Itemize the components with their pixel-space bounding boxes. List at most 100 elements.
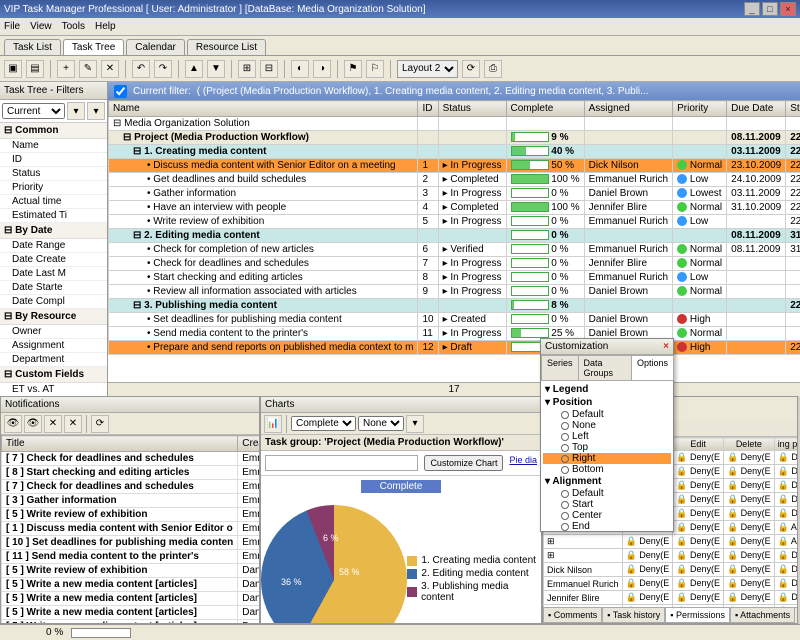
toolbar-btn[interactable]: ⚐ <box>366 60 384 78</box>
perm-col[interactable]: ing permissi <box>774 438 797 451</box>
filter-item[interactable]: Estimated Ti <box>0 209 107 223</box>
notif-tool[interactable]: 👁 <box>4 415 22 433</box>
task-grid[interactable]: NameIDStatusCompleteAssignedPriorityDue … <box>108 100 800 382</box>
cust-option[interactable]: Bottom <box>543 464 671 475</box>
customize-chart-button[interactable]: Customize Chart <box>424 455 503 471</box>
task-row[interactable]: • Discuss media content with Senior Edit… <box>109 159 800 173</box>
cust-option[interactable]: Default <box>543 488 671 499</box>
notif-row[interactable]: [ 5 ] Write review of exhibitionDaniel B… <box>2 564 260 578</box>
task-row[interactable]: ⊟ Media Organization Solution <box>109 117 800 131</box>
column-header[interactable]: Due Date <box>727 101 786 117</box>
perm-user-row[interactable]: Jennifer Blire🔒 Deny(E🔒 Deny(E🔒 Deny(E🔒 … <box>544 591 798 605</box>
notif-row[interactable]: [ 5 ] Write a new media content [article… <box>2 620 260 624</box>
tab-task-tree[interactable]: Task Tree <box>63 39 124 55</box>
filter-item[interactable]: Priority <box>0 181 107 195</box>
cust-option[interactable]: Left <box>543 431 671 442</box>
cust-option[interactable]: Center <box>543 510 671 521</box>
bottom-tab[interactable]: ▪ Comments <box>543 608 602 623</box>
notif-row[interactable]: [ 7 ] Check for deadlines and schedulesE… <box>2 480 260 494</box>
filter-item[interactable]: Date Last M <box>0 267 107 281</box>
toolbar-btn[interactable]: + <box>57 60 75 78</box>
toolbar-btn[interactable]: ▣ <box>4 60 22 78</box>
filter-item[interactable]: Owner <box>0 325 107 339</box>
notif-tool[interactable]: ✕ <box>64 415 82 433</box>
task-row[interactable]: ⊟ 1. Creating media content 40 %03.11.20… <box>109 145 800 159</box>
column-header[interactable]: Assigned <box>584 101 672 117</box>
column-header[interactable]: Status <box>438 101 506 117</box>
chart-tool[interactable]: 📊 <box>264 415 282 433</box>
filter-item[interactable]: ET vs. AT <box>0 383 107 396</box>
filter-current-select[interactable]: Current <box>2 103 65 119</box>
customization-popup[interactable]: Customization × SeriesData GroupsOptions… <box>540 338 674 532</box>
toolbar-btn[interactable]: ▤ <box>26 60 44 78</box>
chart-field-select[interactable]: Complete <box>291 416 356 431</box>
bottom-tab[interactable]: ▪ Task history <box>602 608 665 623</box>
toolbar-btn[interactable]: ✎ <box>79 60 97 78</box>
toolbar-btn[interactable]: ⊞ <box>238 60 256 78</box>
task-row[interactable]: • Review all information associated with… <box>109 285 800 299</box>
cust-option[interactable]: End <box>543 521 671 531</box>
notif-tool[interactable]: 👁 <box>24 415 42 433</box>
cust-tab[interactable]: Options <box>631 355 674 380</box>
cust-option[interactable]: Default <box>543 409 671 420</box>
toolbar-btn[interactable]: ⎙ <box>484 60 502 78</box>
task-row[interactable]: ⊟ 3. Publishing media content 8 %22.10.2… <box>109 299 800 313</box>
task-row[interactable]: • Write review of exhibition5▸ In Progre… <box>109 215 800 229</box>
toolbar-btn[interactable]: ↶ <box>132 60 150 78</box>
filter-section[interactable]: ⊟ By Resource <box>0 309 107 325</box>
notif-row[interactable]: [ 11 ] Send media content to the printer… <box>2 550 260 564</box>
chart-tool[interactable]: ▾ <box>406 415 424 433</box>
filter-item[interactable]: Status <box>0 167 107 181</box>
filter-item[interactable]: Date Create <box>0 253 107 267</box>
menu-tools[interactable]: Tools <box>62 21 85 32</box>
perm-user-row[interactable]: Emmanuel Rurich🔒 Deny(E🔒 Deny(E🔒 Deny(E🔒… <box>544 577 798 591</box>
toolbar-btn[interactable]: ↷ <box>154 60 172 78</box>
filter-item[interactable]: Date Starte <box>0 281 107 295</box>
perm-row[interactable]: ⊞🔒 Deny(E🔒 Deny(E🔒 Deny(E🔒 Deny(E <box>544 549 798 563</box>
task-row[interactable]: • Check for completion of new articles6▸… <box>109 243 800 257</box>
cust-option[interactable]: None <box>543 420 671 431</box>
column-header[interactable]: ID <box>418 101 438 117</box>
notif-col[interactable]: Creator <box>238 436 259 452</box>
notif-row[interactable]: [ 5 ] Write a new media content [article… <box>2 592 260 606</box>
toolbar-btn[interactable]: ⊟ <box>260 60 278 78</box>
filter-item[interactable]: Name <box>0 139 107 153</box>
notif-row[interactable]: [ 5 ] Write a new media content [article… <box>2 578 260 592</box>
task-row[interactable]: • Prepare and send reports on published … <box>109 341 800 355</box>
notif-row[interactable]: [ 3 ] Gather informationEmmanuel Ruricho… <box>2 494 260 508</box>
tab-calendar[interactable]: Calendar <box>126 39 185 55</box>
filter-item[interactable]: ID <box>0 153 107 167</box>
filter-section[interactable]: ⊟ By Date <box>0 223 107 239</box>
filter-enable-checkbox[interactable] <box>114 85 127 98</box>
tab-task-list[interactable]: Task List <box>4 39 61 55</box>
maximize-button[interactable]: □ <box>762 2 778 16</box>
chart-input[interactable] <box>265 455 418 471</box>
notif-tool[interactable]: ✕ <box>44 415 62 433</box>
notif-row[interactable]: [ 1 ] Discuss media content with Senior … <box>2 522 260 536</box>
task-row[interactable]: • Check for deadlines and schedules7▸ In… <box>109 257 800 271</box>
minimize-button[interactable]: _ <box>744 2 760 16</box>
filter-section[interactable]: ⊟ Custom Fields <box>0 367 107 383</box>
perm-row[interactable]: ⊞🔒 Deny(E🔒 Deny(E🔒 Deny(E🔒 Allow(E <box>544 535 798 549</box>
task-row[interactable]: ⊟ Project (Media Production Workflow) 9 … <box>109 131 800 145</box>
cust-group[interactable]: ▾ Legend <box>543 383 671 396</box>
cust-group[interactable]: ▾ Alignment <box>543 475 671 488</box>
filter-tool-icon[interactable]: ▾ <box>87 102 105 120</box>
toolbar-btn[interactable]: ▲ <box>185 60 203 78</box>
column-header[interactable]: Priority <box>673 101 727 117</box>
perm-col[interactable]: Edit <box>673 438 724 451</box>
filter-item[interactable]: Assignment <box>0 339 107 353</box>
cust-option[interactable]: Start <box>543 499 671 510</box>
menu-view[interactable]: View <box>30 21 52 32</box>
task-row[interactable]: • Set deadlines for publishing media con… <box>109 313 800 327</box>
menu-file[interactable]: File <box>4 21 20 32</box>
cust-option[interactable]: Top <box>543 442 671 453</box>
bottom-tab[interactable]: ▪ Attachments <box>730 608 795 623</box>
perm-col[interactable]: Delete <box>723 438 774 451</box>
column-header[interactable]: Name <box>109 101 418 117</box>
toolbar-btn[interactable]: ⟳ <box>462 60 480 78</box>
menu-help[interactable]: Help <box>95 21 116 32</box>
notif-row[interactable]: [ 5 ] Write a new media content [article… <box>2 606 260 620</box>
filter-section[interactable]: ⊟ Common <box>0 123 107 139</box>
cust-tab[interactable]: Data Groups <box>578 355 632 380</box>
